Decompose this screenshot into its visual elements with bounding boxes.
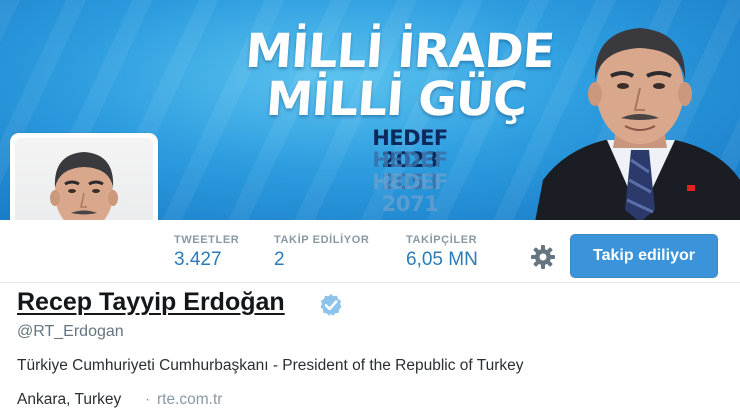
stat-tweets-label: TWEETLER xyxy=(174,234,240,246)
stat-followers-label: TAKİPÇİLER xyxy=(406,234,478,246)
following-button[interactable]: Takip ediliyor xyxy=(570,234,718,278)
banner-portrait-image xyxy=(535,28,740,220)
profile-handle[interactable]: @RT_Erdogan xyxy=(17,323,124,341)
profile-location: Ankara, Turkey xyxy=(17,391,122,408)
stat-followers-value: 6,05 MN xyxy=(406,249,478,270)
info-separator: · xyxy=(145,391,151,408)
profile-website-link[interactable]: rte.com.tr xyxy=(157,391,222,409)
slogan-line-1: MİLLİ İRADE xyxy=(243,24,556,79)
gear-icon[interactable] xyxy=(530,244,556,270)
stat-following-label: TAKİP EDİLİYOR xyxy=(274,234,370,246)
stat-followers[interactable]: TAKİPÇİLER 6,05 MN xyxy=(406,234,478,271)
verified-badge-icon xyxy=(320,294,342,316)
stat-tweets-value: 3.427 xyxy=(174,249,222,270)
stat-following[interactable]: TAKİP EDİLİYOR 2 xyxy=(274,234,369,271)
banner-slogan: MİLLİ İRADE MİLLİ GÜÇ xyxy=(225,24,572,127)
profile-bio: Türkiye Cumhuriyeti Cumhurbaşkanı - Pres… xyxy=(17,357,524,374)
target-2071: HEDEF 2071 xyxy=(372,170,448,216)
profile-name[interactable]: Recep Tayyip Erdoğan xyxy=(17,288,285,317)
stat-following-value: 2 xyxy=(274,249,285,270)
stat-tweets[interactable]: TWEETLER 3.427 xyxy=(174,234,239,271)
slogan-line-2: MİLLİ GÜÇ xyxy=(264,72,529,127)
